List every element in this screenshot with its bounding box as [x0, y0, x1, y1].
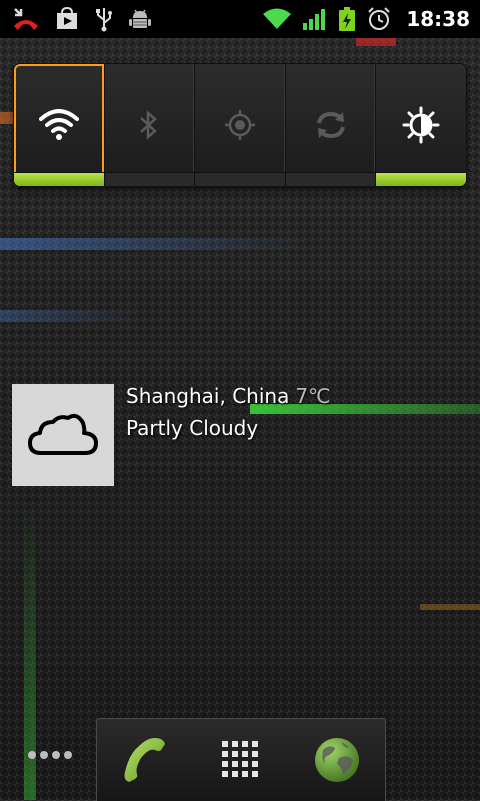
bluetooth-icon: [140, 110, 158, 140]
power-control-widget: [14, 64, 466, 186]
gps-icon: [224, 110, 255, 140]
weather-temperature: 7℃: [295, 384, 331, 408]
status-bar[interactable]: 18:38: [0, 0, 480, 38]
missed-call-icon: [12, 6, 40, 32]
gps-toggle-button[interactable]: [195, 64, 286, 186]
sync-icon: [316, 111, 345, 139]
wallpaper-light-streak: [420, 604, 480, 610]
bluetooth-status-indicator: [104, 172, 195, 186]
page-dot: [40, 751, 48, 759]
phone-button[interactable]: [110, 725, 180, 795]
sync-toggle-button[interactable]: [285, 64, 377, 186]
wallpaper-light-streak: [0, 238, 310, 250]
weather-image: [12, 384, 114, 486]
weather-location: Shanghai, China: [126, 384, 290, 408]
wifi-icon: [38, 109, 79, 140]
browser-button[interactable]: [302, 725, 372, 795]
battery-charging-icon: [338, 6, 356, 32]
wifi-icon: [262, 7, 292, 31]
globe-icon: [315, 738, 359, 782]
page-dot: [28, 751, 36, 759]
wallpaper-light-streak: [0, 310, 140, 322]
sync-status-indicator: [285, 172, 376, 186]
clock: 18:38: [406, 7, 470, 31]
page-dot: [52, 751, 60, 759]
play-store-icon: [54, 7, 80, 31]
phone-icon: [124, 738, 165, 782]
brightness-status-indicator: [376, 172, 466, 186]
weather-location-line: Shanghai, China 7℃: [126, 384, 331, 408]
bluetooth-toggle-button[interactable]: [104, 64, 196, 186]
gps-status-indicator: [195, 172, 285, 186]
wifi-status-indicator: [14, 172, 104, 186]
page-dot: [64, 751, 72, 759]
usb-icon: [94, 6, 114, 32]
weather-widget[interactable]: Shanghai, China 7℃ Partly Cloudy: [12, 384, 472, 486]
signal-icon: [302, 7, 328, 31]
app-grid-icon: [222, 741, 258, 777]
dock: [96, 718, 386, 801]
android-debug-icon: [128, 7, 152, 31]
wifi-toggle-button[interactable]: [14, 64, 105, 186]
wallpaper-light-streak: [356, 38, 396, 46]
brightness-icon: [402, 106, 440, 144]
weather-condition: Partly Cloudy: [126, 416, 259, 440]
cloud-icon: [28, 413, 98, 455]
page-indicator[interactable]: [28, 751, 72, 759]
alarm-icon: [366, 6, 392, 32]
app-drawer-button[interactable]: [206, 725, 276, 795]
brightness-toggle-button[interactable]: [376, 64, 466, 186]
